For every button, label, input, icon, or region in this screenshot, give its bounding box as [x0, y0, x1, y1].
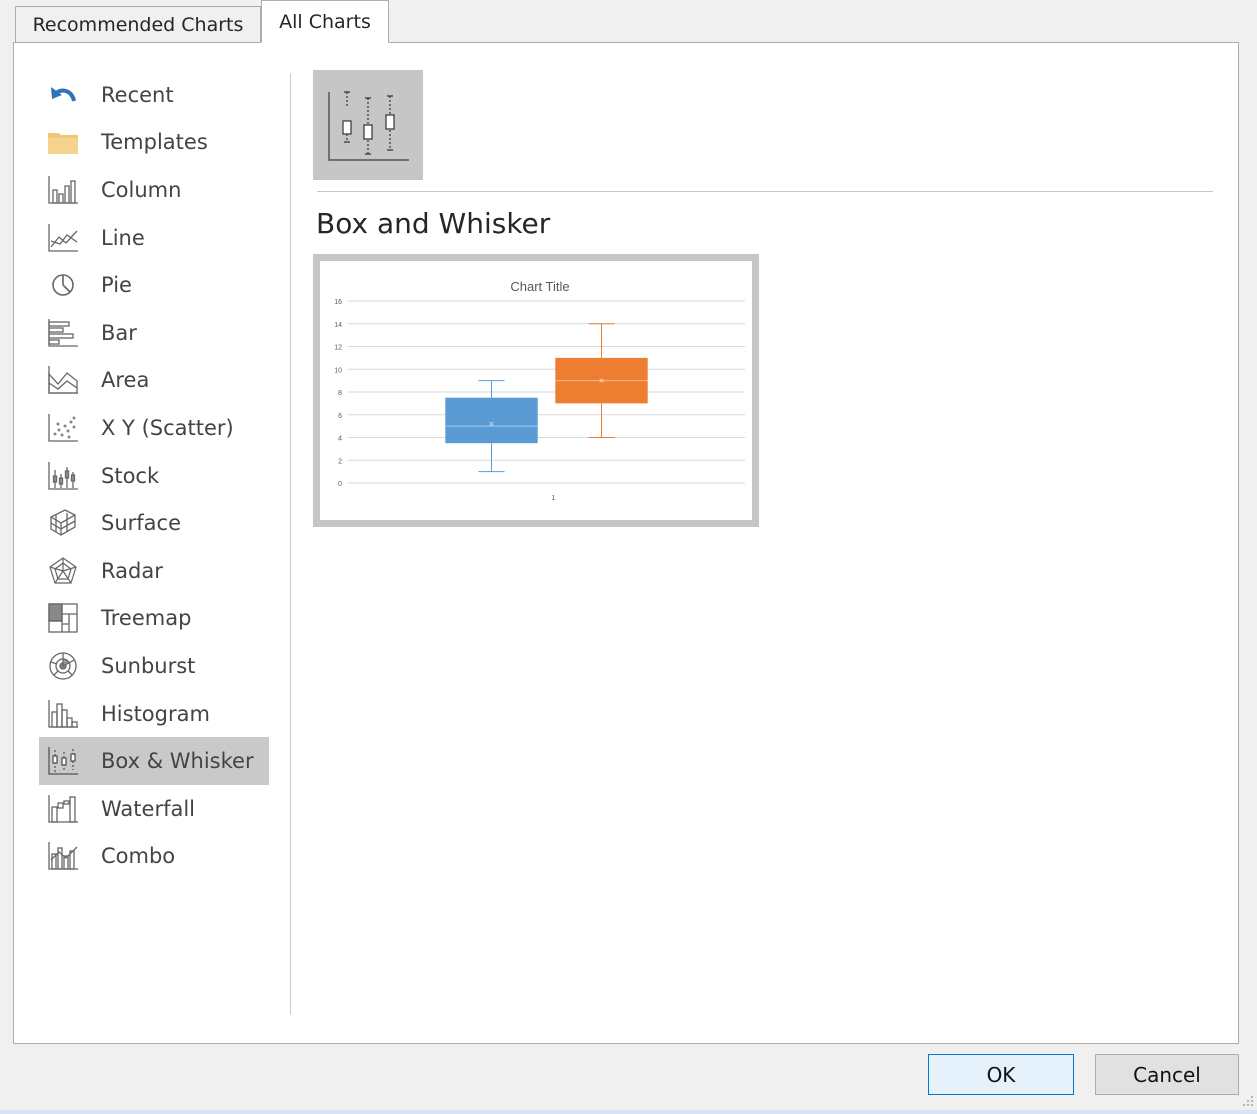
sidebar-item-sunburst[interactable]: Sunburst — [39, 642, 269, 690]
templates-folder-icon — [47, 126, 79, 158]
sidebar-item-waterfall[interactable]: Waterfall — [39, 785, 269, 833]
chart-subtype-box-whisker[interactable] — [313, 70, 423, 180]
y-tick-label: 12 — [334, 345, 342, 352]
sidebar-item-templates[interactable]: Templates — [39, 119, 269, 167]
sidebar-item-box-whisker[interactable]: Box & Whisker — [39, 737, 269, 785]
chart-title: Chart Title — [510, 279, 569, 294]
resize-grip-icon[interactable] — [1241, 1094, 1255, 1108]
surface-chart-icon — [47, 507, 79, 539]
box-series — [445, 323, 648, 473]
sidebar-item-line[interactable]: Line — [39, 214, 269, 262]
sidebar-item-label: Treemap — [101, 606, 192, 631]
chart-gridlines — [348, 300, 745, 484]
sidebar-item-column[interactable]: Column — [39, 166, 269, 214]
sidebar-item-label: Radar — [101, 558, 163, 583]
y-tick-label: 0 — [338, 481, 342, 488]
recent-icon — [47, 79, 79, 111]
tab-strip: Recommended Charts All Charts — [15, 0, 1255, 44]
sidebar-item-area[interactable]: Area — [39, 357, 269, 405]
y-tick-label: 4 — [338, 436, 342, 443]
sidebar-item-label: Stock — [101, 463, 160, 488]
sidebar-item-label: Combo — [101, 844, 176, 869]
iqr-box — [445, 397, 538, 444]
tab-recommended-charts[interactable]: Recommended Charts — [15, 6, 261, 43]
tab-all-charts[interactable]: All Charts — [261, 0, 389, 43]
y-tick-label: 16 — [334, 299, 342, 306]
treemap-chart-icon — [47, 602, 79, 634]
sidebar-item-pie[interactable]: Pie — [39, 261, 269, 309]
pie-chart-icon — [47, 269, 79, 301]
sidebar-item-label: Column — [101, 177, 182, 202]
sidebar-item-label: Pie — [101, 273, 132, 298]
combo-chart-icon — [47, 840, 79, 872]
sidebar-item-label: Surface — [101, 511, 182, 536]
scatter-chart-icon — [47, 412, 79, 444]
sidebar-item-label: Recent — [101, 82, 174, 107]
stock-chart-icon — [47, 460, 79, 492]
box-whisker-subtype-icon — [328, 91, 409, 161]
sidebar-item-label: Bar — [101, 320, 137, 345]
sidebar-item-label: Area — [101, 368, 150, 393]
sidebar-item-scatter[interactable]: X Y (Scatter) — [39, 404, 269, 452]
y-axis-ticks: 0 2 4 6 8 10 12 14 16 — [334, 299, 342, 488]
y-tick-label: 14 — [334, 322, 342, 329]
sidebar-item-radar[interactable]: Radar — [39, 547, 269, 595]
sidebar-item-label: Sunburst — [101, 653, 196, 678]
content-divider — [317, 191, 1213, 192]
chart-type-list: Recent Templates Column Line Pie Bar Are… — [39, 71, 269, 880]
y-tick-label: 6 — [338, 413, 342, 420]
sidebar-item-label: X Y (Scatter) — [101, 415, 234, 440]
sidebar-item-treemap[interactable]: Treemap — [39, 595, 269, 643]
sidebar-item-label: Histogram — [101, 701, 210, 726]
sidebar-divider — [290, 73, 291, 1015]
window-bottom-edge — [0, 1110, 1257, 1114]
sidebar-item-surface[interactable]: Surface — [39, 499, 269, 547]
sidebar-item-label: Waterfall — [101, 796, 196, 821]
sidebar-item-bar[interactable]: Bar — [39, 309, 269, 357]
sidebar-item-label: Templates — [101, 130, 208, 155]
preview-chart-svg: Chart Title 0 2 4 6 8 10 12 14 16 1 — [334, 279, 745, 502]
ok-button[interactable]: OK — [928, 1054, 1074, 1095]
box-whisker-chart-icon — [47, 745, 79, 777]
chart-preview[interactable]: Chart Title 0 2 4 6 8 10 12 14 16 1 — [313, 254, 759, 527]
line-chart-icon — [47, 222, 79, 254]
chart-type-title: Box and Whisker — [316, 207, 551, 240]
sidebar-item-label: Box & Whisker — [101, 749, 254, 774]
radar-chart-icon — [47, 555, 79, 587]
box-whisker-2 — [555, 323, 648, 438]
y-tick-label: 2 — [338, 458, 342, 465]
y-tick-label: 8 — [338, 390, 342, 397]
sunburst-chart-icon — [47, 650, 79, 682]
y-tick-label: 10 — [334, 367, 342, 374]
box-whisker-1 — [445, 380, 538, 473]
all-charts-panel: Recent Templates Column Line Pie Bar Are… — [13, 42, 1239, 1044]
waterfall-chart-icon — [47, 793, 79, 825]
x-tick-label: 1 — [552, 495, 556, 502]
cancel-button[interactable]: Cancel — [1095, 1054, 1239, 1095]
sidebar-item-histogram[interactable]: Histogram — [39, 690, 269, 738]
column-chart-icon — [47, 174, 79, 206]
bar-chart-icon — [47, 317, 79, 349]
area-chart-icon — [47, 364, 79, 396]
sidebar-item-recent[interactable]: Recent — [39, 71, 269, 119]
x-axis-ticks: 1 — [552, 495, 556, 502]
sidebar-item-stock[interactable]: Stock — [39, 452, 269, 500]
sidebar-item-combo[interactable]: Combo — [39, 833, 269, 881]
histogram-chart-icon — [47, 698, 79, 730]
sidebar-item-label: Line — [101, 225, 145, 250]
